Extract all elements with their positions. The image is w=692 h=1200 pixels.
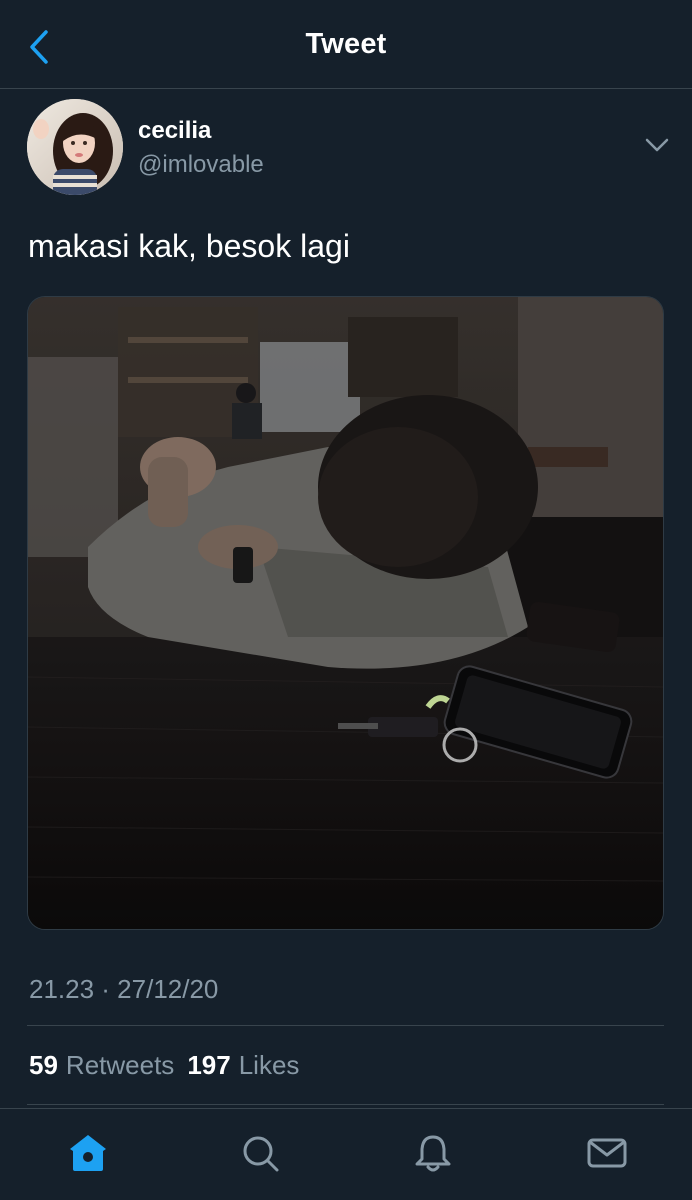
photo-image bbox=[28, 297, 663, 929]
tweet-text: makasi kak, besok lagi bbox=[28, 228, 350, 264]
tweet-photo[interactable] bbox=[27, 296, 664, 930]
notifications-icon bbox=[415, 1135, 451, 1172]
top-bar: Tweet bbox=[0, 0, 692, 89]
retweets-count: 59 bbox=[29, 1050, 58, 1080]
chevron-left-icon bbox=[30, 30, 48, 64]
page-title: Tweet bbox=[305, 27, 387, 60]
author-handle[interactable]: @imlovable bbox=[138, 151, 264, 179]
retweets-count-link[interactable]: 59 Retweets bbox=[29, 1050, 174, 1081]
divider bbox=[27, 1025, 664, 1026]
likes-label: Likes bbox=[238, 1050, 300, 1080]
messages-icon bbox=[587, 1138, 627, 1168]
tab-home[interactable] bbox=[66, 1131, 110, 1175]
back-button[interactable] bbox=[22, 28, 56, 66]
tweet-stats: 59 Retweets 197 Likes bbox=[29, 1050, 312, 1081]
avatar-image bbox=[27, 99, 123, 195]
author-name[interactable]: cecilia bbox=[138, 117, 211, 145]
bottom-tab-bar bbox=[0, 1108, 692, 1200]
chevron-down-icon bbox=[645, 138, 669, 152]
likes-count: 197 bbox=[187, 1050, 231, 1080]
divider bbox=[27, 1104, 664, 1105]
avatar[interactable] bbox=[27, 99, 123, 195]
tweet-author: cecilia @imlovable bbox=[27, 99, 670, 199]
tweet-timestamp: 21.23 · 27/12/20 bbox=[29, 974, 219, 1004]
retweets-label: Retweets bbox=[65, 1050, 175, 1080]
tab-messages[interactable] bbox=[585, 1131, 629, 1175]
tab-search[interactable] bbox=[238, 1131, 282, 1175]
search-icon bbox=[243, 1136, 279, 1172]
home-icon bbox=[70, 1135, 106, 1171]
more-options-button[interactable] bbox=[644, 136, 670, 154]
tab-notifications[interactable] bbox=[411, 1131, 455, 1175]
likes-count-link[interactable]: 197 Likes bbox=[187, 1050, 299, 1081]
